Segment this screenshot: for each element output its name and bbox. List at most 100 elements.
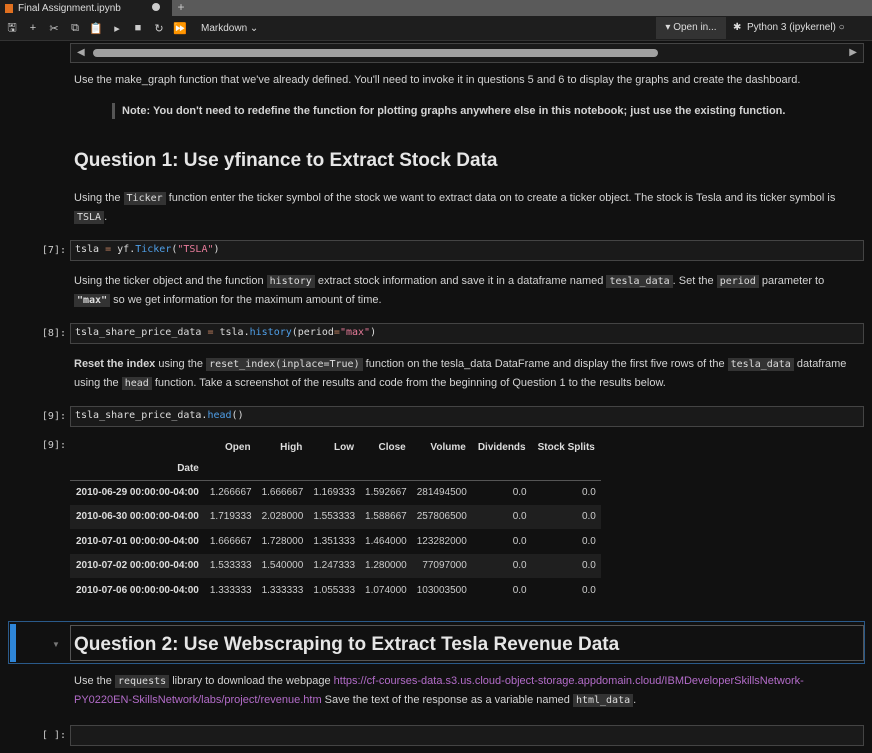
table-cell: 0.0 xyxy=(512,560,527,572)
table-row: 2010-07-06 00:00:00-04:00 1.333333 1.33333… xyxy=(70,578,601,603)
table-row: 2010-07-02 00:00:00-04:00 1.533333 1.54000… xyxy=(70,553,601,578)
active-cell-indicator xyxy=(10,624,16,662)
table-cell: 1.666667 xyxy=(261,487,304,498)
table-cell: 0.0 xyxy=(581,535,596,547)
table-cell: 77097000 xyxy=(422,560,467,572)
cut-icon[interactable]: ✂ xyxy=(45,22,63,35)
code-cell-7[interactable]: tsla = yf.Ticker("TSLA") xyxy=(70,240,864,261)
code-cell-8[interactable]: tsla_share_price_data = tsla.history(per… xyxy=(70,323,864,344)
table-cell: 1.169333 xyxy=(313,487,356,498)
table-cell: 123282000 xyxy=(416,535,467,547)
table-cell: 0.0 xyxy=(512,487,527,498)
unsaved-dot-icon[interactable] xyxy=(152,3,160,11)
table-cell: 0.0 xyxy=(581,584,596,596)
table-cell: 1.055333 xyxy=(313,584,356,596)
scroll-right-icon[interactable]: ▶ xyxy=(849,47,857,58)
table-cell: 2.028000 xyxy=(261,511,304,523)
stop-icon[interactable]: ■ xyxy=(129,22,147,34)
tab-title: Final Assignment.ipynb xyxy=(18,2,121,14)
table-cell: 281494500 xyxy=(416,487,467,498)
table-row: 2010-06-30 00:00:00-04:00 1.719333 2.02800… xyxy=(70,504,601,529)
question-1-heading: Question 1: Use yfinance to Extract Stoc… xyxy=(74,150,498,171)
table-cell: 1.592667 xyxy=(365,487,407,498)
q1-paragraph-3: Reset the index using the reset_index(in… xyxy=(74,358,847,390)
new-tab-button[interactable]: + xyxy=(174,0,188,16)
add-cell-icon[interactable]: + xyxy=(24,22,42,34)
table-cell: 103003500 xyxy=(416,584,467,596)
paste-icon[interactable]: 📋 xyxy=(87,22,105,35)
table-cell: 257806500 xyxy=(416,511,467,523)
table-cell: 0.0 xyxy=(512,584,527,596)
open-in-label: Open in... xyxy=(673,22,717,33)
row-index: 2010-06-30 00:00:00-04:00 xyxy=(76,511,199,523)
table-cell: 0.0 xyxy=(581,511,596,523)
index-name: Date xyxy=(70,458,205,481)
column-header: Open xyxy=(225,441,251,453)
cell-prompt: [7]: xyxy=(41,245,66,256)
table-cell: 0.0 xyxy=(512,511,527,523)
cell-type-select[interactable]: Markdown ⌄ xyxy=(201,23,258,34)
table-cell: 1.540000 xyxy=(261,560,304,572)
code-cell-9[interactable]: tsla_share_price_data.head() xyxy=(70,406,864,427)
save-icon[interactable]: 🖫 xyxy=(3,19,21,38)
row-index: 2010-06-29 00:00:00-04:00 xyxy=(76,487,199,498)
kernel-name: Python 3 (ipykernel) xyxy=(746,22,836,33)
table-cell: 1.533333 xyxy=(209,560,252,572)
empty-code-cell[interactable] xyxy=(70,725,864,746)
table-cell: 1.351333 xyxy=(313,535,356,547)
table-cell: 1.553333 xyxy=(313,511,356,523)
table-cell: 1.719333 xyxy=(209,511,252,523)
column-header: Volume xyxy=(430,441,466,453)
question-2-heading: Question 2: Use Webscraping to Extract T… xyxy=(74,634,620,655)
table-cell: 1.280000 xyxy=(365,560,407,572)
open-in-button[interactable]: ▾ Open in... xyxy=(656,17,726,39)
kernel-idle-icon: ○ xyxy=(838,22,845,33)
table-cell: 1.074000 xyxy=(365,584,407,596)
bug-icon: ✱ xyxy=(733,22,742,33)
collapse-caret-icon[interactable]: ▼ xyxy=(52,640,60,649)
tab-notebook[interactable]: Final Assignment.ipynb xyxy=(0,0,172,16)
chevron-down-icon: ⌄ xyxy=(249,22,259,34)
cell-prompt: [8]: xyxy=(41,328,66,339)
intro-text: Use the make_graph function that we've a… xyxy=(74,74,801,86)
output-prompt: [9]: xyxy=(41,440,66,451)
table-cell: 1.247333 xyxy=(313,560,356,572)
horizontal-scrollbar[interactable]: ◀ ▶ xyxy=(70,43,864,63)
table-cell: 1.728000 xyxy=(261,535,304,547)
fast-forward-icon[interactable]: ⏩ xyxy=(171,22,189,35)
row-index: 2010-07-02 00:00:00-04:00 xyxy=(76,560,199,572)
table-cell: 0.0 xyxy=(581,487,596,498)
table-cell: 0.0 xyxy=(581,560,596,572)
table-cell: 1.666667 xyxy=(209,535,252,547)
column-header: High xyxy=(280,441,303,453)
table-cell: 1.588667 xyxy=(365,511,407,523)
column-header: Close xyxy=(378,441,406,453)
row-index: 2010-07-06 00:00:00-04:00 xyxy=(76,584,199,596)
table-row: 2010-07-01 00:00:00-04:00 1.666667 1.72800… xyxy=(70,529,601,554)
cell-prompt: [9]: xyxy=(41,411,66,422)
table-cell: 0.0 xyxy=(512,535,527,547)
table-cell: 1.266667 xyxy=(209,487,252,498)
scroll-left-icon[interactable]: ◀ xyxy=(77,47,85,58)
q1-paragraph-2: Using the ticker object and the function… xyxy=(74,275,825,307)
q2-paragraph: Use the requests library to download the… xyxy=(74,675,804,707)
q1-paragraph-1: Using the Ticker function enter the tick… xyxy=(74,192,836,224)
copy-icon[interactable]: ⧉ xyxy=(66,22,84,35)
scrollbar-thumb[interactable] xyxy=(93,49,658,57)
table-row: 2010-06-29 00:00:00-04:00 1.266667 1.66666… xyxy=(70,480,601,505)
column-header: Low xyxy=(334,441,355,453)
blockquote-bar xyxy=(112,103,115,119)
row-index: 2010-07-01 00:00:00-04:00 xyxy=(76,535,199,547)
restart-icon[interactable]: ↻ xyxy=(150,22,168,35)
dataframe-output: Open High Low Close Volume Dividends Stock Spl… xyxy=(70,436,601,603)
table-cell: 1.333333 xyxy=(261,584,304,596)
table-cell: 1.333333 xyxy=(209,584,252,596)
run-icon[interactable]: ▸ xyxy=(108,22,126,35)
column-header: Dividends xyxy=(477,441,526,453)
table-cell: 1.464000 xyxy=(365,535,407,547)
column-header: Stock Splits xyxy=(537,441,595,453)
note-text: Note: You don't need to redefine the fun… xyxy=(122,105,786,117)
cell-type-label: Markdown xyxy=(201,22,248,34)
kernel-status[interactable]: ✱ Python 3 (ipykernel) ○ xyxy=(733,17,845,39)
notebook-icon xyxy=(5,3,13,13)
